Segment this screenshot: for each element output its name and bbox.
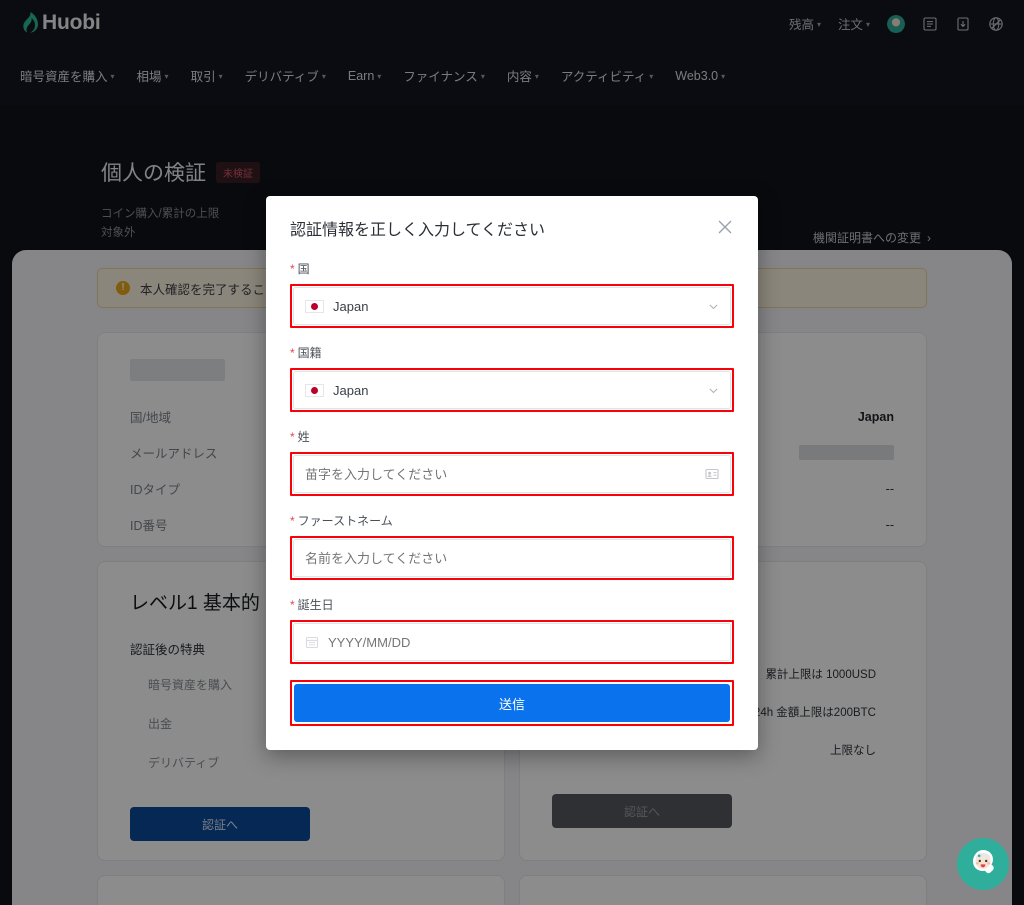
required-marker: *	[290, 262, 295, 276]
submit-button[interactable]: 送信	[294, 684, 730, 722]
flag-japan-icon	[305, 299, 324, 313]
highlight-box-country: Japan	[290, 284, 734, 328]
kyc-modal: 認証情報を正しく入力してください * 国 Japan * 国籍 Japan * …	[266, 196, 758, 750]
field-nationality-label: * 国籍	[290, 344, 734, 361]
modal-title: 認証情報を正しく入力してください	[290, 222, 546, 239]
field-birthday: * 誕生日	[290, 596, 734, 613]
required-marker: *	[290, 514, 295, 528]
highlight-box-lastname	[290, 452, 734, 496]
field-firstname-label: * ファーストネーム	[290, 512, 734, 529]
country-select[interactable]: Japan	[293, 287, 731, 325]
chevron-down-icon	[709, 303, 718, 309]
support-chat-avatar	[964, 845, 1002, 883]
highlight-box-submit: 送信	[290, 680, 734, 726]
field-country: * 国	[290, 260, 734, 277]
field-label-text: 国籍	[297, 346, 322, 360]
highlight-box-nationality: Japan	[290, 368, 734, 412]
modal-header: 認証情報を正しく入力してください	[290, 216, 734, 240]
field-lastname-label: * 姓	[290, 428, 734, 445]
highlight-box-firstname	[290, 536, 734, 580]
id-card-icon	[705, 468, 719, 480]
field-label-text: 国	[297, 262, 310, 276]
field-firstname: * ファーストネーム	[290, 512, 734, 529]
flag-japan-icon	[305, 383, 324, 397]
calendar-icon	[305, 636, 319, 649]
field-nationality: * 国籍	[290, 344, 734, 361]
birthday-input-wrap[interactable]	[293, 623, 731, 661]
field-lastname: * 姓	[290, 428, 734, 445]
field-birthday-label: * 誕生日	[290, 596, 734, 613]
required-marker: *	[290, 598, 295, 612]
field-label-text: 誕生日	[297, 598, 334, 612]
firstname-input-wrap[interactable]	[293, 539, 731, 577]
field-label-text: ファーストネーム	[297, 514, 393, 528]
country-select-value: Japan	[333, 298, 369, 314]
field-label-text: 姓	[297, 430, 310, 444]
page-root: Huobi 残高 ▾ 注文 ▾ 暗号資産を購入 ▾ 相場 ▾ 取引 ▾ デリバテ…	[0, 0, 1024, 905]
support-chat-button[interactable]	[957, 838, 1009, 890]
nationality-select-value: Japan	[333, 382, 369, 398]
birthday-input[interactable]	[328, 634, 719, 650]
lastname-input[interactable]	[305, 466, 696, 482]
field-country-label: * 国	[290, 260, 734, 277]
required-marker: *	[290, 346, 295, 360]
chevron-down-icon	[709, 387, 718, 393]
nationality-select[interactable]: Japan	[293, 371, 731, 409]
firstname-input[interactable]	[305, 550, 719, 566]
close-icon[interactable]	[716, 218, 734, 236]
highlight-box-birthday	[290, 620, 734, 664]
lastname-input-wrap[interactable]	[293, 455, 731, 493]
required-marker: *	[290, 430, 295, 444]
